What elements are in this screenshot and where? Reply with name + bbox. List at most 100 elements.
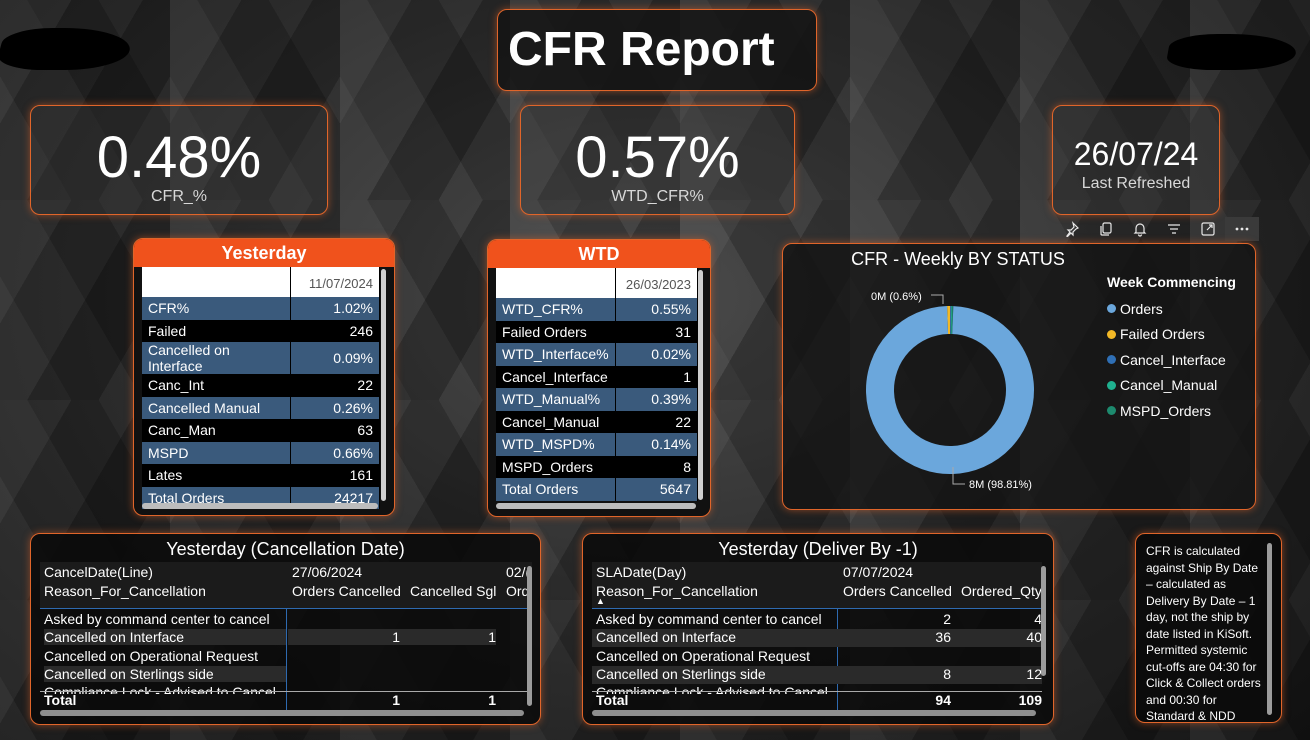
row-header-2[interactable]: Reason_For_Cancellation xyxy=(44,583,206,599)
date-column-header: 11/07/2024 xyxy=(290,267,380,297)
kpi-label: WTD_CFR% xyxy=(611,188,704,205)
column-header[interactable]: Orders Cancelled xyxy=(843,583,952,599)
page-title: CFR Report xyxy=(508,23,775,76)
matrix-header: WTD xyxy=(488,240,710,268)
column-header[interactable]: Ord xyxy=(506,583,529,599)
yesterday-matrix[interactable]: Yesterday 11/07/2024 CFR% 1.02% Failed 246… xyxy=(133,238,395,516)
table-title: Yesterday (Deliver By -1) xyxy=(718,539,918,559)
vertical-scrollbar[interactable] xyxy=(1041,566,1046,676)
date-column-header: 26/03/2023 xyxy=(615,268,699,298)
deliver-table: SLADate(Day) 07/07/2024 Reason_For_Cance… xyxy=(592,562,1042,714)
yesterday-table: 11/07/2024 CFR% 1.02% Failed 246 Cancelled… xyxy=(142,267,380,509)
cancellation-table: CancelDate(Line) 27/06/2024 02/( Reason_… xyxy=(40,562,532,714)
table-row: Failed Orders 31 xyxy=(496,320,699,343)
filter-icon[interactable] xyxy=(1157,217,1191,241)
refresh-date: 26/07/24 xyxy=(1073,136,1199,172)
legend-dot xyxy=(1107,355,1116,365)
horizontal-scrollbar[interactable] xyxy=(40,710,524,716)
deliver-by-table-panel[interactable]: Yesterday (Deliver By -1) SLADate(Day) 0… xyxy=(582,533,1054,725)
report-title-box: CFR Report xyxy=(497,9,817,91)
slice-label-failed: 0M (0.6%) xyxy=(871,291,922,303)
bell-icon[interactable] xyxy=(1123,217,1157,241)
legend-item-mspd-orders[interactable]: MSPD_Orders xyxy=(1107,398,1236,424)
weekly-status-chart-panel[interactable]: CFR - Weekly BY STATUS 0M (0.6%) 8M (98.… xyxy=(782,243,1256,510)
table-row: Canc_Man 63 xyxy=(142,419,380,442)
horizontal-scrollbar[interactable] xyxy=(496,503,696,509)
sort-ascending-icon[interactable]: ▲ xyxy=(596,596,605,606)
table-row: Total Orders 5647 xyxy=(496,478,699,501)
last-refreshed-card[interactable]: 26/07/24 Last Refreshed xyxy=(1052,105,1220,215)
donut-slice-orders[interactable] xyxy=(866,306,1034,474)
table-row: MSPD_Orders 8 xyxy=(496,455,699,478)
horizontal-scrollbar[interactable] xyxy=(142,503,378,509)
wtd-table: 26/03/2023 WTD_CFR% 0.55% Failed Orders 31… xyxy=(496,268,699,501)
table-row: Cancel_Manual 22 xyxy=(496,410,699,433)
table-row: Cancelled Manual 0.26% xyxy=(142,396,380,419)
redacted-logo-right xyxy=(1164,34,1300,70)
refresh-label: Last Refreshed xyxy=(1081,175,1191,192)
kpi-card-wtd-cfr[interactable]: 0.57% WTD_CFR% xyxy=(520,105,795,215)
list-item: Cancelled on Operational Request xyxy=(596,648,811,664)
row-header-1: CancelDate(Line) xyxy=(44,564,153,580)
date-header-1: 27/06/2024 xyxy=(292,564,363,580)
visual-toolbar xyxy=(1055,217,1259,241)
legend-item-cancel-manual[interactable]: Cancel_Manual xyxy=(1107,373,1236,399)
table-row: Cancel_Interface 1 xyxy=(496,365,699,388)
legend-title: Week Commencing xyxy=(1107,274,1236,290)
table-row: Failed 246 xyxy=(142,319,380,342)
copy-icon[interactable] xyxy=(1089,217,1123,241)
kpi-label: CFR_% xyxy=(150,188,207,205)
kpi-value: 0.48% xyxy=(96,125,262,190)
list-item: Cancelled on Operational Request xyxy=(44,648,259,664)
kpi-card-cfr[interactable]: 0.48% CFR_% xyxy=(30,105,328,215)
legend-item-cancel-interface[interactable]: Cancel_Interface xyxy=(1107,347,1236,373)
list-item: Asked by command center to cancel xyxy=(44,611,270,627)
column-header[interactable]: Orders Cancelled xyxy=(292,583,401,599)
list-item: Cancelled on Interface xyxy=(596,629,737,645)
column-header[interactable]: Cancelled Sgl xyxy=(410,583,496,599)
date-header-1: 07/07/2024 xyxy=(843,564,914,580)
wtd-matrix[interactable]: WTD 26/03/2023 WTD_CFR% 0.55% Failed Orde… xyxy=(487,239,711,517)
legend-dot xyxy=(1107,380,1116,390)
table-row: WTD_MSPD% 0.14% xyxy=(496,433,699,456)
legend-dot xyxy=(1107,304,1116,314)
pin-icon[interactable] xyxy=(1055,217,1089,241)
table-row: Lates 161 xyxy=(142,464,380,487)
table-row: WTD_Interface% 0.02% xyxy=(496,343,699,366)
table-row: Canc_Int 22 xyxy=(142,374,380,397)
focus-mode-icon[interactable] xyxy=(1191,217,1225,241)
vertical-scrollbar[interactable] xyxy=(698,270,703,500)
list-item: Compliance Lock - Advised to Cancel xyxy=(44,684,276,694)
table-row: WTD_CFR% 0.55% xyxy=(496,298,699,321)
chart-legend: Week Commencing Orders Failed Orders Can… xyxy=(1107,274,1236,424)
slice-leader-failed xyxy=(931,294,944,304)
table-row: Cancelled on Interface 0.09% xyxy=(142,342,380,374)
table-row: MSPD 0.66% xyxy=(142,441,380,464)
cancellation-date-table-panel[interactable]: Yesterday (Cancellation Date) CancelDate… xyxy=(30,533,541,725)
column-header[interactable]: Ordered_Qty xyxy=(961,583,1042,599)
list-item: Asked by command center to cancel xyxy=(596,611,822,627)
list-item: Compliance Lock - Advised to Cancel xyxy=(596,684,828,694)
note-text: CFR is calculated against Ship By Date –… xyxy=(1146,544,1261,723)
horizontal-scrollbar[interactable] xyxy=(592,710,1036,716)
list-item: Cancelled on Sterlings side xyxy=(596,666,766,682)
total-label: Total xyxy=(596,692,629,708)
list-item: Cancelled on Interface xyxy=(44,629,286,645)
slice-label-orders: 8M (98.81%) xyxy=(969,479,1032,491)
legend-item-failed-orders[interactable]: Failed Orders xyxy=(1107,322,1236,348)
table-title: Yesterday (Cancellation Date) xyxy=(166,539,405,559)
donut-chart[interactable]: 0M (0.6%) 8M (98.81%) xyxy=(783,264,1083,514)
total-label: Total xyxy=(44,692,77,708)
vertical-scrollbar[interactable] xyxy=(1267,543,1272,715)
matrix-header: Yesterday xyxy=(134,239,394,267)
table-row: WTD_Manual% 0.39% xyxy=(496,388,699,411)
cfr-definition-note: CFR is calculated against Ship By Date –… xyxy=(1135,533,1282,723)
vertical-scrollbar[interactable] xyxy=(527,566,532,706)
legend-item-orders[interactable]: Orders xyxy=(1107,296,1236,322)
vertical-scrollbar[interactable] xyxy=(381,269,386,501)
more-options-icon[interactable] xyxy=(1225,217,1259,241)
redacted-logo-left xyxy=(0,28,136,70)
kpi-value: 0.57% xyxy=(575,125,740,190)
table-row: CFR% 1.02% xyxy=(142,297,380,320)
row-header-2[interactable]: Reason_For_Cancellation xyxy=(596,583,758,599)
